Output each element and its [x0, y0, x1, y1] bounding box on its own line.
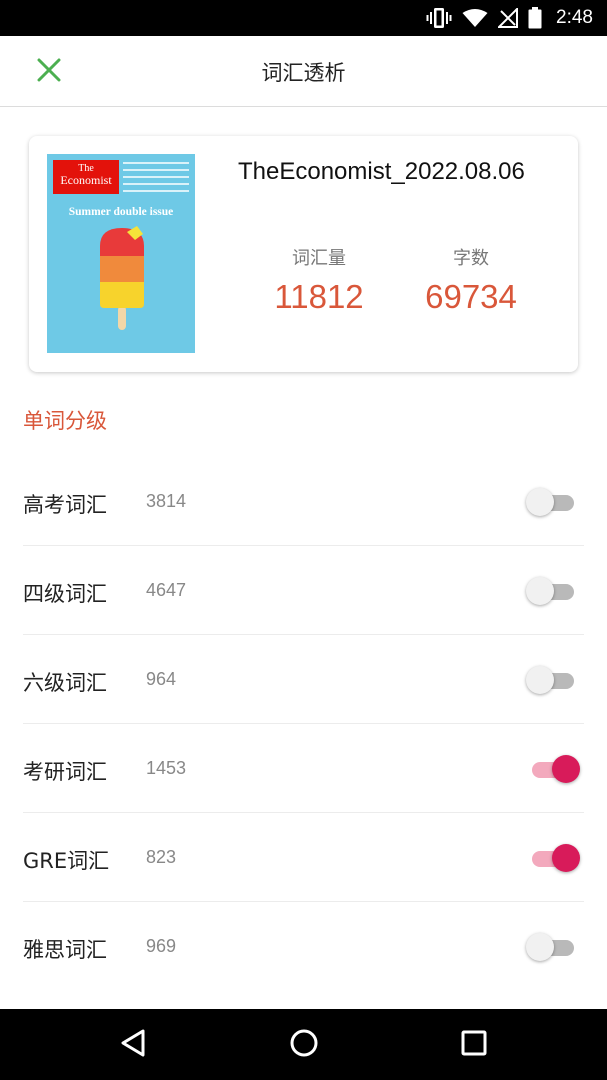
- level-name: 六级词汇: [23, 671, 107, 695]
- navigation-bar: [0, 1009, 607, 1080]
- home-button[interactable]: [286, 1027, 322, 1063]
- level-toggle-cet6[interactable]: [526, 665, 580, 695]
- back-button[interactable]: [115, 1027, 151, 1063]
- toggle-thumb: [526, 933, 554, 961]
- toggle-thumb: [526, 577, 554, 605]
- cover-teaser-lines: [123, 162, 189, 197]
- level-row-cet6: 六级词汇 964: [23, 635, 584, 724]
- toggle-thumb: [552, 844, 580, 872]
- level-toggle-gre[interactable]: [526, 843, 580, 873]
- level-row-ielts: 雅思词汇 969: [23, 902, 584, 991]
- book-cover[interactable]: The Economist Summer double issue: [47, 154, 195, 353]
- signal-icon: [498, 8, 519, 28]
- recents-button[interactable]: [456, 1027, 492, 1063]
- level-toggle-cet4[interactable]: [526, 576, 580, 606]
- status-time: 2:48: [556, 7, 593, 28]
- level-toggle-kaoyan[interactable]: [526, 754, 580, 784]
- level-name: 考研词汇: [23, 760, 107, 784]
- status-bar: 2:48: [0, 0, 607, 36]
- toggle-thumb: [526, 488, 554, 516]
- level-toggle-ielts[interactable]: [526, 932, 580, 962]
- status-icons: 2:48: [426, 6, 593, 30]
- back-icon: [119, 1028, 147, 1062]
- stat-vocabulary-label: 词汇量: [292, 248, 346, 269]
- level-row-gaokao: 高考词汇 3814: [23, 457, 584, 546]
- cover-logo-line2: Economist: [60, 173, 112, 187]
- toggle-thumb: [526, 666, 554, 694]
- level-row-gre: GRE词汇 823: [23, 813, 584, 902]
- level-name: 四级词汇: [23, 582, 107, 606]
- toggle-thumb: [552, 755, 580, 783]
- wifi-icon: [462, 8, 488, 28]
- battery-icon: [528, 7, 542, 29]
- level-count: 964: [146, 669, 177, 689]
- book-title: TheEconomist_2022.08.06: [238, 158, 525, 185]
- level-count: 1453: [146, 758, 187, 778]
- book-card: The Economist Summer double issue TheEco…: [29, 136, 578, 372]
- level-name: GRE词汇: [23, 849, 110, 873]
- economist-logo: The Economist: [53, 160, 119, 194]
- vibrate-icon: [426, 7, 452, 29]
- level-count: 823: [146, 847, 177, 867]
- level-row-kaoyan: 考研词汇 1453: [23, 724, 584, 813]
- level-toggle-gaokao[interactable]: [526, 487, 580, 517]
- level-count: 969: [146, 936, 177, 956]
- app-bar: 词汇透析: [0, 36, 607, 107]
- recents-icon: [460, 1029, 488, 1061]
- level-count: 4647: [146, 580, 187, 600]
- level-count: 3814: [146, 491, 187, 511]
- ice-lolly-illustration: [97, 226, 147, 340]
- home-icon: [289, 1028, 319, 1062]
- stat-vocabulary: 词汇量 11812: [249, 244, 389, 316]
- stat-vocabulary-value: 11812: [274, 278, 364, 315]
- level-row-cet4: 四级词汇 4647: [23, 546, 584, 635]
- stat-word-count-value: 69734: [425, 278, 517, 315]
- level-name: 雅思词汇: [23, 938, 107, 962]
- stat-word-count: 字数 69734: [401, 244, 541, 316]
- level-list: 高考词汇 3814 四级词汇 4647 六级词汇 964 考研词汇 1453 G…: [0, 457, 607, 991]
- cover-headline: Summer double issue: [68, 206, 174, 218]
- section-title: 单词分级: [23, 409, 107, 433]
- stat-word-count-label: 字数: [453, 248, 489, 269]
- level-name: 高考词汇: [23, 493, 107, 517]
- page-title: 词汇透析: [261, 61, 346, 85]
